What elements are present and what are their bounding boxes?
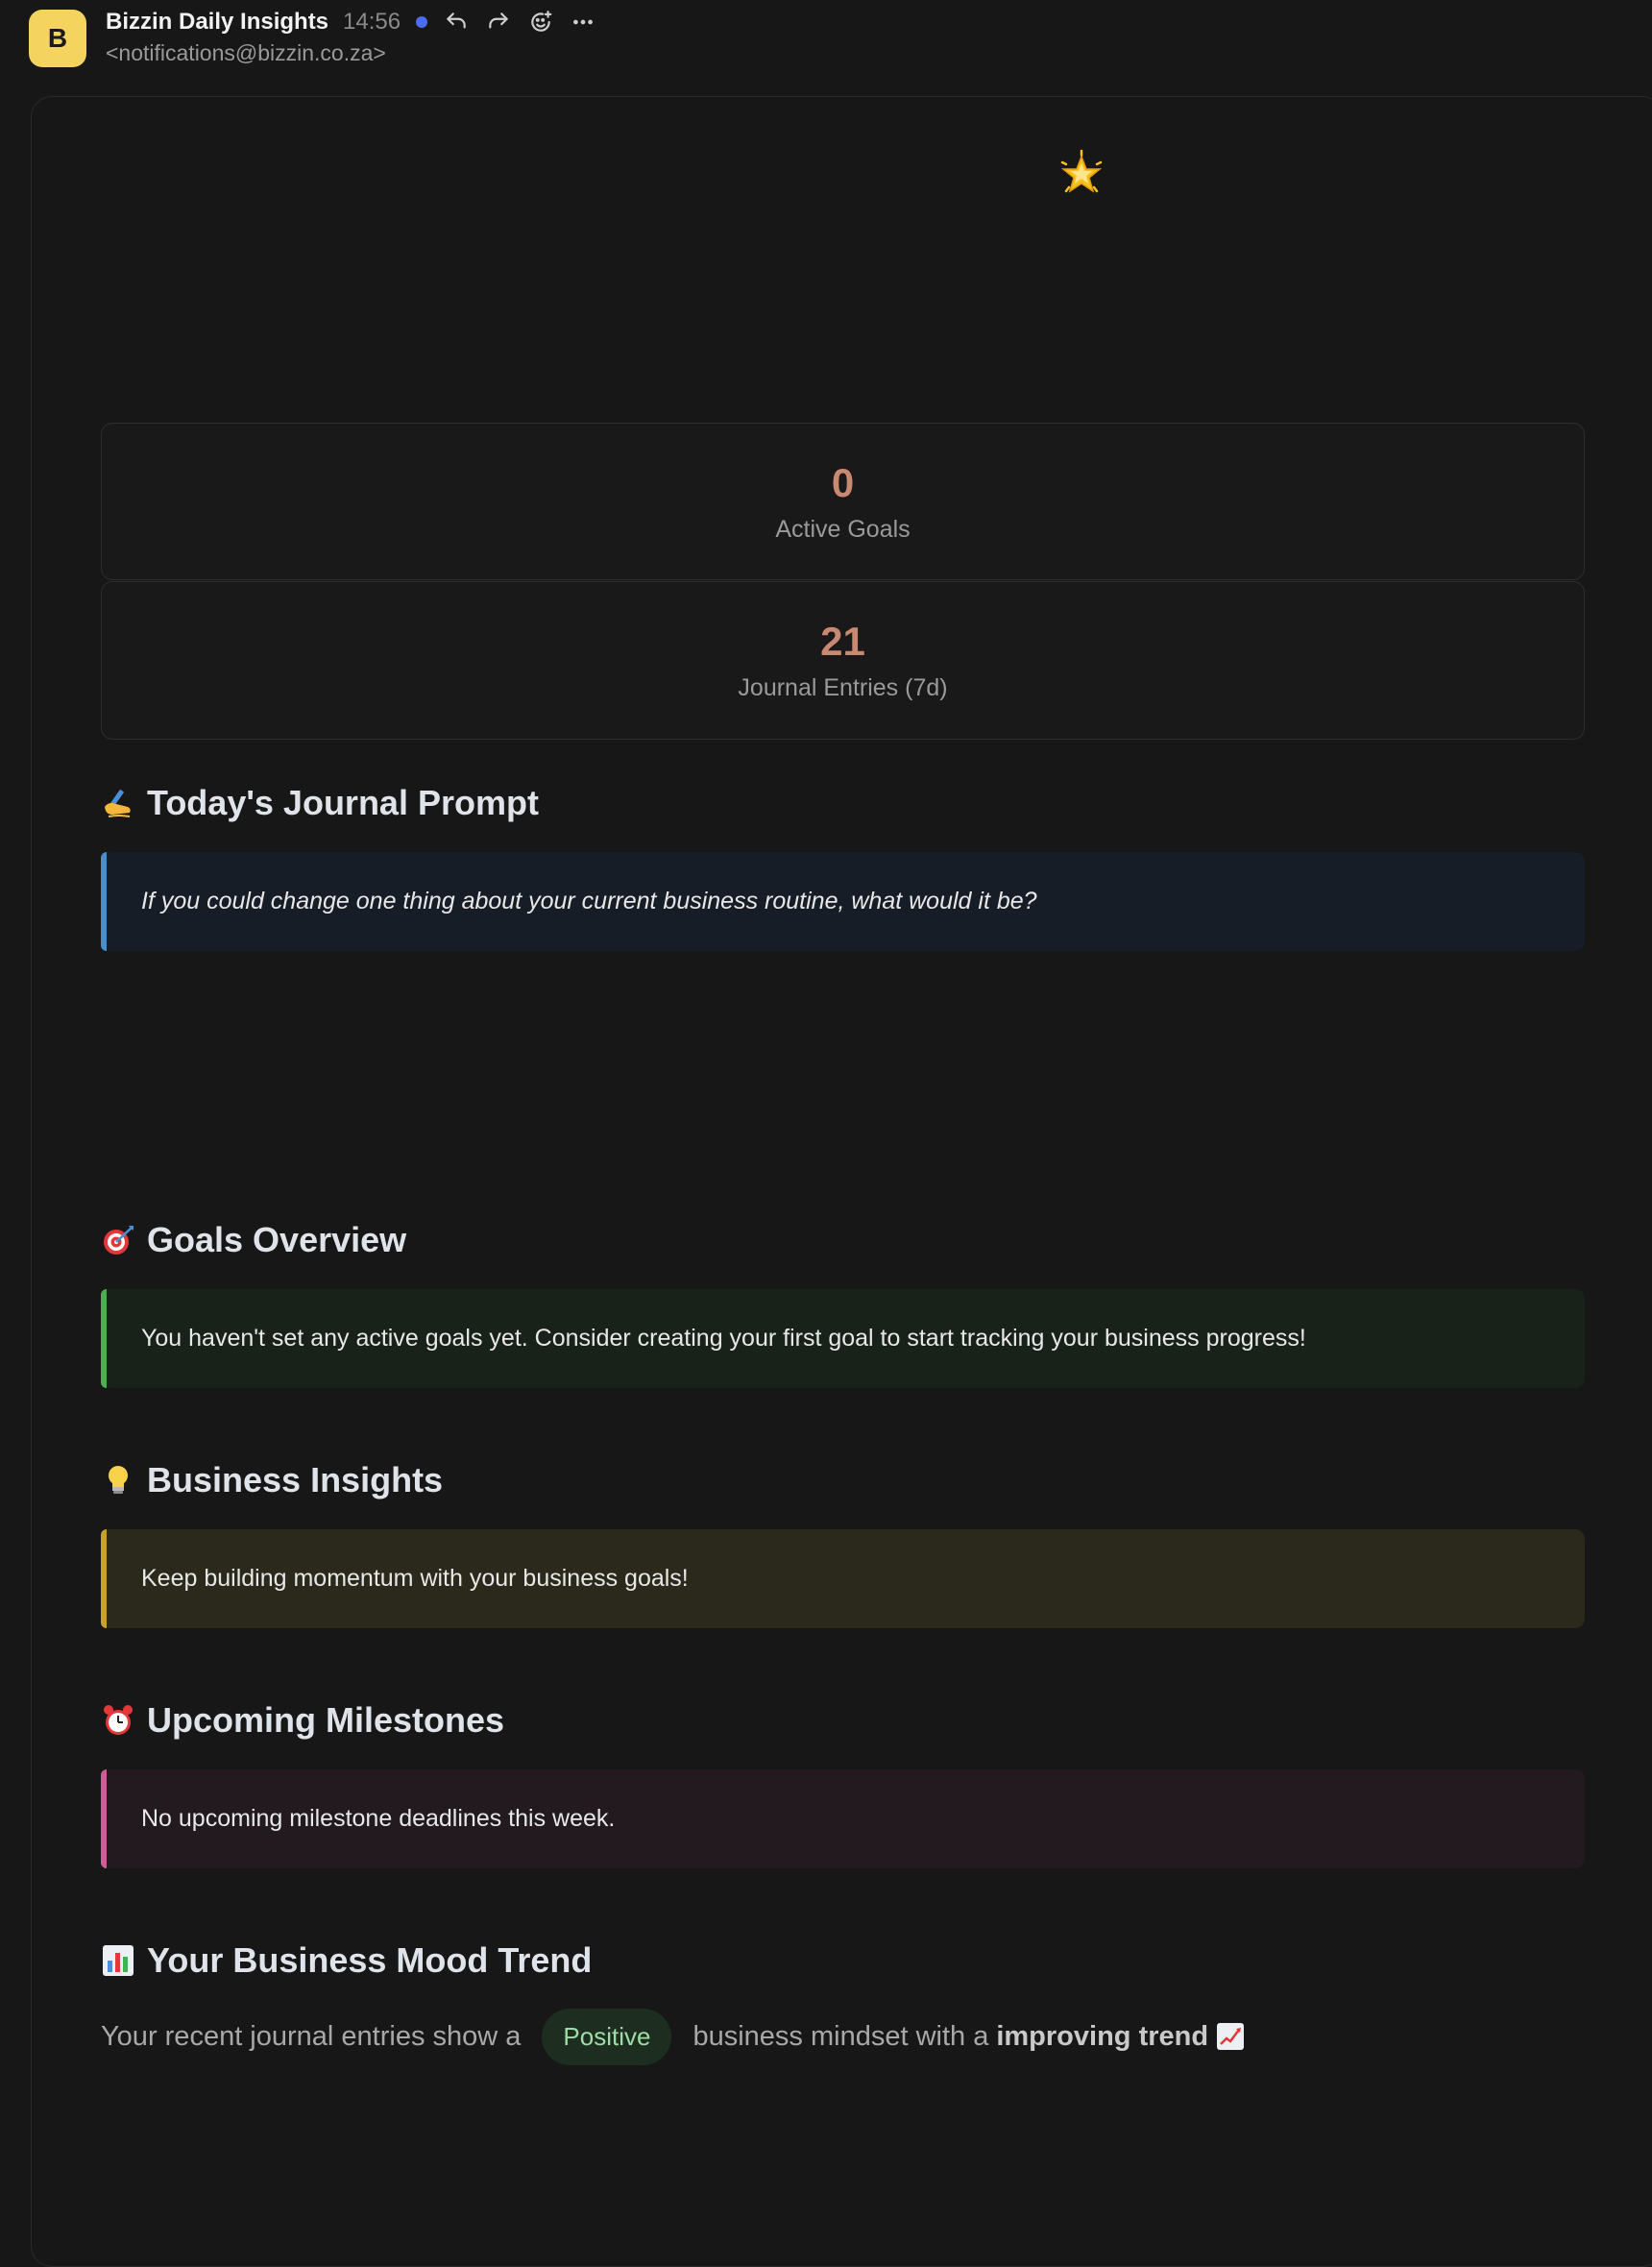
glowing-star-icon	[1060, 149, 1103, 193]
goals-callout: You haven't set any active goals yet. Co…	[101, 1289, 1585, 1388]
insights-text: Keep building momentum with your busines…	[141, 1565, 689, 1592]
section-title-text: Upcoming Milestones	[147, 1700, 505, 1740]
forward-icon[interactable]	[485, 9, 512, 36]
section-title-journal: Today's Journal Prompt	[101, 779, 539, 827]
journal-prompt-text: If you could change one thing about your…	[141, 888, 1037, 914]
mood-prefix: Your recent journal entries show a	[101, 2020, 522, 2052]
section-title-text: Business Insights	[147, 1460, 444, 1499]
timestamp: 14:56	[343, 9, 401, 35]
sender-name[interactable]: Bizzin Daily Insights	[106, 9, 328, 36]
mood-badge: Positive	[542, 2008, 672, 2065]
reply-icon[interactable]	[443, 9, 470, 36]
stat-label: Active Goals	[775, 516, 911, 543]
sender-email[interactable]: <notifications@bizzin.co.za>	[106, 40, 386, 66]
section-title-milestones: Upcoming Milestones	[101, 1696, 504, 1744]
light-bulb-icon	[108, 1466, 128, 1494]
section-title-text: Your Business Mood Trend	[147, 1940, 593, 1980]
bar-chart-icon	[103, 1945, 134, 1976]
section-title-insights: Business Insights	[101, 1456, 443, 1504]
mood-trend: improving trend	[996, 2020, 1209, 2052]
callout-accent-bar	[101, 1769, 107, 1868]
stat-card-active-goals: 0 Active Goals	[101, 423, 1585, 580]
insights-callout: Keep building momentum with your busines…	[101, 1529, 1585, 1628]
section-title-text: Goals Overview	[147, 1220, 407, 1259]
milestones-callout: No upcoming milestone deadlines this wee…	[101, 1769, 1585, 1868]
avatar[interactable]: B	[29, 10, 86, 67]
stat-value: 21	[820, 619, 865, 664]
section-title-goals: Goals Overview	[101, 1216, 406, 1264]
stat-card-journal-entries: 21 Journal Entries (7d)	[101, 581, 1585, 740]
journal-prompt-callout: If you could change one thing about your…	[101, 852, 1585, 951]
section-title-text: Today's Journal Prompt	[147, 783, 539, 822]
mood-middle: business mindset with a	[692, 2020, 989, 2052]
sender-row: Bizzin Daily Insights 14:56	[106, 8, 596, 37]
stat-value: 0	[831, 460, 855, 505]
email-header: B Bizzin Daily Insights 14:56 <notificat…	[0, 0, 1652, 86]
target-icon	[104, 1226, 134, 1255]
callout-accent-bar	[101, 1289, 107, 1388]
callout-accent-bar	[101, 852, 107, 951]
chart-increasing-icon	[1217, 2023, 1245, 2050]
stat-label: Journal Entries (7d)	[738, 674, 948, 701]
writing-hand-icon	[105, 790, 131, 817]
goals-text: You haven't set any active goals yet. Co…	[141, 1325, 1306, 1352]
unread-dot	[416, 16, 428, 28]
mood-summary: Your recent journal entries show a Posit…	[101, 2008, 1245, 2065]
callout-accent-bar	[101, 1529, 107, 1628]
section-title-mood: Your Business Mood Trend	[101, 1937, 592, 1985]
emoji-reaction-icon[interactable]	[527, 9, 554, 36]
alarm-clock-icon	[104, 1705, 133, 1735]
more-icon[interactable]	[570, 9, 596, 36]
milestones-text: No upcoming milestone deadlines this wee…	[141, 1805, 616, 1832]
